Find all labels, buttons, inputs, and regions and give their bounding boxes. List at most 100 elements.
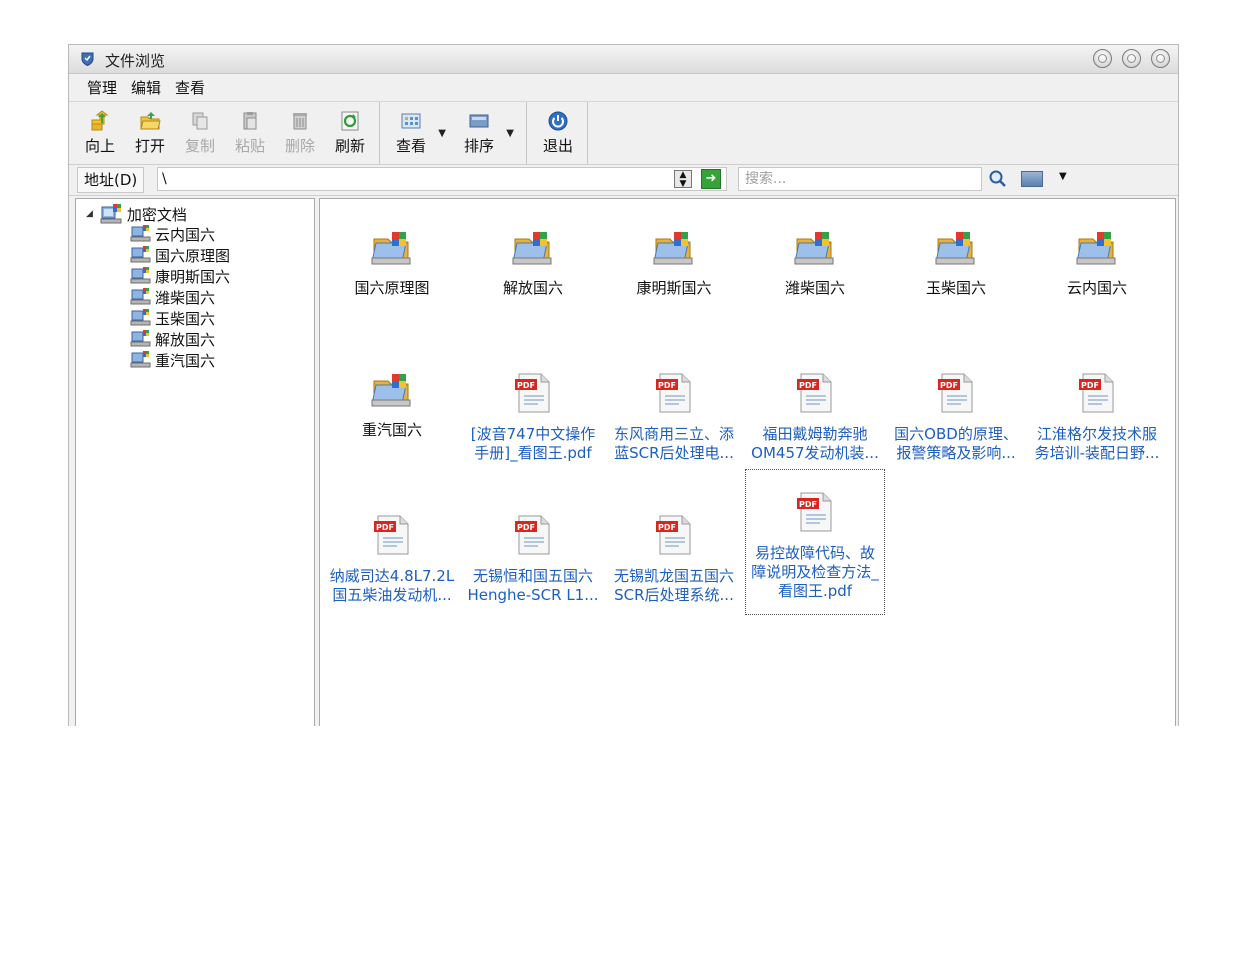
- sort-label: 排序: [463, 137, 494, 155]
- pdf-file-icon: PDF: [656, 373, 691, 413]
- folder-item[interactable]: 玉柴国六: [886, 229, 1026, 298]
- folder-tree: ◢ 加密文档 云内国六国六原理图 康明斯国六潍柴国六玉柴国六解放国六重汽国六: [75, 198, 315, 726]
- tree-root[interactable]: ◢ 加密文档: [86, 203, 187, 225]
- exit-button[interactable]: 退出: [537, 102, 579, 164]
- up-button[interactable]: 向上: [79, 102, 121, 164]
- address-input[interactable]: \: [157, 167, 727, 191]
- svg-text:PDF: PDF: [1081, 381, 1099, 390]
- collapse-triangle-icon[interactable]: ◢: [86, 209, 93, 219]
- network-folder-icon: [130, 267, 151, 284]
- svg-text:PDF: PDF: [658, 381, 676, 390]
- shield-icon: [81, 52, 94, 66]
- file-name: 无锡凯龙国五国六 SCR后处理系统...: [604, 567, 744, 605]
- network-folder-icon: [130, 351, 151, 368]
- svg-text:PDF: PDF: [799, 500, 817, 509]
- folder-item[interactable]: 潍柴国六: [745, 229, 885, 298]
- sort-dropdown-caret-icon[interactable]: ▼: [506, 128, 514, 139]
- address-spinner-icon[interactable]: ▲ ▼: [674, 170, 692, 189]
- layout-dropdown-caret-icon[interactable]: ▼: [1059, 171, 1067, 182]
- file-name-line: SCR后处理系统...: [614, 586, 734, 604]
- sort-button[interactable]: 排序 ▼: [458, 102, 514, 164]
- tree-item[interactable]: 潍柴国六: [130, 287, 215, 307]
- menu-view[interactable]: 查看: [175, 77, 205, 98]
- view-button[interactable]: 查看 ▼: [390, 102, 446, 164]
- network-folder-icon: [130, 246, 151, 263]
- pdf-file-icon: PDF: [797, 373, 832, 413]
- file-name-line: 报警策略及影响...: [896, 444, 1016, 462]
- svg-text:PDF: PDF: [799, 381, 817, 390]
- folder-item[interactable]: 重汽国六: [322, 371, 462, 440]
- tree-item[interactable]: 解放国六: [130, 329, 215, 349]
- title-bar[interactable]: 文件浏览: [69, 45, 1178, 74]
- refresh-button[interactable]: 刷新: [329, 102, 371, 164]
- network-folder-icon: [130, 330, 151, 347]
- copy-button[interactable]: 复制: [179, 102, 221, 164]
- file-name: 福田戴姆勒奔驰 OM457发动机装...: [745, 425, 885, 463]
- up-label: 向上: [84, 137, 115, 155]
- network-folder-icon: [371, 374, 411, 407]
- layout-toggle-icon[interactable]: [1021, 171, 1043, 187]
- tree-item[interactable]: 国六原理图: [130, 245, 230, 265]
- svg-text:PDF: PDF: [517, 523, 535, 532]
- folder-item[interactable]: 康明斯国六: [604, 229, 744, 298]
- pdf-file-item[interactable]: PDF 福田戴姆勒奔驰 OM457发动机装...: [745, 371, 885, 463]
- menu-bar: 管理 编辑 查看: [69, 74, 1178, 102]
- file-name-line: 障说明及检查方法_: [751, 563, 879, 581]
- pdf-file-item[interactable]: PDF 无锡恒和国五国六 Henghe-SCR L1...: [463, 513, 603, 605]
- tree-item-label: 解放国六: [155, 330, 216, 349]
- pdf-file-item[interactable]: PDF 纳威司达4.8L7.2L 国五柴油发动机...: [322, 513, 462, 605]
- delete-button[interactable]: 删除: [279, 102, 321, 164]
- minimize-button[interactable]: [1093, 49, 1112, 68]
- paste-button[interactable]: 粘贴: [229, 102, 271, 164]
- file-name-line: 蓝SCR后处理电...: [614, 444, 734, 462]
- menu-manage[interactable]: 管理: [87, 77, 117, 98]
- network-folder-icon: [1076, 232, 1116, 265]
- tree-item-label: 玉柴国六: [155, 309, 216, 328]
- pdf-file-icon: PDF: [797, 492, 832, 532]
- menu-edit[interactable]: 编辑: [131, 77, 161, 98]
- tree-item[interactable]: 云内国六: [130, 224, 215, 244]
- copy-label: 复制: [184, 137, 215, 155]
- file-name: 康明斯国六: [604, 279, 744, 298]
- pdf-file-item[interactable]: PDF 易控故障代码、故 障说明及检查方法_ 看图王.pdf: [745, 469, 885, 615]
- tree-item-label: 国六原理图: [155, 246, 231, 265]
- file-name-line: 无锡凯龙国五国六: [613, 567, 734, 585]
- file-name: 潍柴国六: [745, 279, 885, 298]
- file-name-line: 康明斯国六: [636, 279, 712, 297]
- file-name-line: 国六原理图: [354, 279, 430, 297]
- search-icon[interactable]: [987, 168, 1009, 190]
- folder-item[interactable]: 云内国六: [1027, 229, 1167, 298]
- network-folder-icon: [130, 288, 151, 305]
- close-button[interactable]: [1151, 49, 1170, 68]
- file-name: 云内国六: [1027, 279, 1167, 298]
- file-name-line: 东风商用三立、添: [613, 425, 734, 443]
- file-name-line: 纳威司达4.8L7.2L: [329, 567, 455, 585]
- tree-item[interactable]: 康明斯国六: [130, 266, 230, 286]
- pdf-file-item[interactable]: PDF 江淮格尔发技术服 务培训-装配日野...: [1027, 371, 1167, 463]
- maximize-button[interactable]: [1122, 49, 1141, 68]
- file-name-line: 务培训-装配日野...: [1034, 444, 1160, 462]
- file-name: 易控故障代码、故 障说明及检查方法_ 看图王.pdf: [746, 544, 884, 601]
- tree-item[interactable]: 重汽国六: [130, 350, 215, 370]
- search-input[interactable]: 搜索...: [738, 167, 982, 191]
- tree-item[interactable]: 玉柴国六: [130, 308, 215, 328]
- view-dropdown-caret-icon[interactable]: ▼: [438, 128, 446, 139]
- paste-icon: [243, 112, 257, 130]
- pdf-file-item[interactable]: PDF 东风商用三立、添 蓝SCR后处理电...: [604, 371, 744, 463]
- exit-label: 退出: [542, 137, 573, 155]
- svg-text:PDF: PDF: [376, 523, 394, 532]
- pdf-file-item[interactable]: PDF [波音747中文操作 手册]_看图王.pdf: [463, 371, 603, 463]
- network-drive-icon: [100, 204, 122, 224]
- folder-item[interactable]: 国六原理图: [322, 229, 462, 298]
- delete-icon: [293, 113, 307, 130]
- pdf-file-item[interactable]: PDF 国六OBD的原理、 报警策略及影响...: [886, 371, 1026, 463]
- go-arrow-icon[interactable]: ➜: [701, 169, 721, 189]
- tree-item-label: 重汽国六: [155, 351, 216, 370]
- tree-item-label: 潍柴国六: [155, 288, 216, 307]
- open-folder-icon: [140, 112, 161, 130]
- folder-item[interactable]: 解放国六: [463, 229, 603, 298]
- open-button[interactable]: 打开: [129, 102, 171, 164]
- power-icon: [548, 111, 568, 131]
- pdf-file-item[interactable]: PDF 无锡凯龙国五国六 SCR后处理系统...: [604, 513, 744, 605]
- network-folder-icon: [371, 232, 411, 265]
